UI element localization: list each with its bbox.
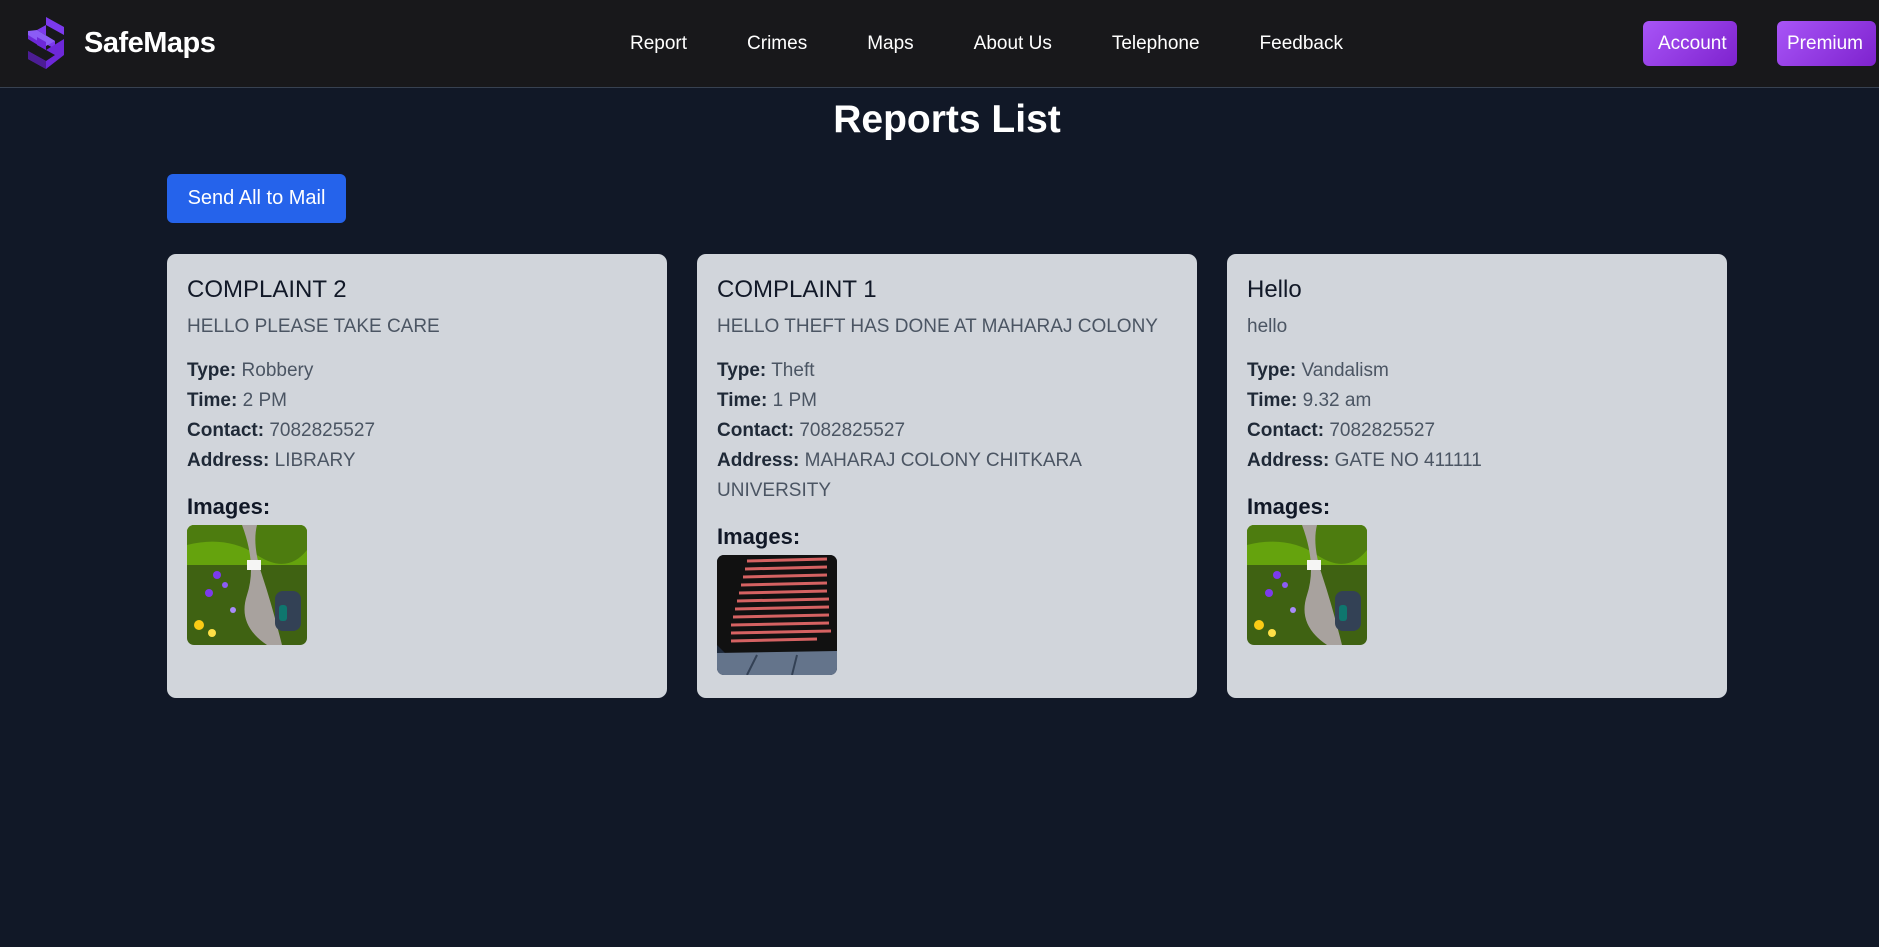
report-contact: Contact: 7082825527 — [187, 419, 376, 441]
nav-link-maps[interactable]: Maps — [867, 33, 913, 55]
safemaps-logo-icon — [28, 17, 64, 69]
images-label: Images: — [1247, 493, 1331, 519]
report-title: COMPLAINT 1 — [717, 276, 877, 303]
nav-link-about-us[interactable]: About Us — [974, 33, 1052, 55]
report-card: COMPLAINT 2 HELLO PLEASE TAKE CARE Type:… — [167, 254, 667, 698]
report-description: HELLO PLEASE TAKE CARE — [187, 316, 440, 337]
report-contact: Contact: 7082825527 — [717, 419, 906, 441]
report-type: Type: Robbery — [187, 359, 314, 381]
nav-link-telephone[interactable]: Telephone — [1112, 33, 1200, 55]
page-title: Reports List — [833, 98, 1061, 141]
report-address: Address: GATE NO 411111 — [1247, 449, 1482, 471]
report-card: Hello hello Type: Vandalism Time: 9.32 a… — [1227, 254, 1727, 698]
report-description: hello — [1247, 316, 1288, 337]
send-all-to-mail-button[interactable]: Send All to Mail — [167, 174, 346, 223]
brand-name: SafeMaps — [84, 26, 216, 59]
report-title: COMPLAINT 2 — [187, 276, 347, 303]
nav-link-crimes[interactable]: Crimes — [747, 33, 807, 55]
images-label: Images: — [187, 493, 271, 519]
report-contact: Contact: 7082825527 — [1247, 419, 1436, 441]
report-time: Time: 9.32 am — [1247, 389, 1372, 411]
brand[interactable]: SafeMaps — [28, 17, 216, 69]
report-card: COMPLAINT 1 HELLO THEFT HAS DONE AT MAHA… — [697, 254, 1197, 698]
report-address: Address: MAHARAJ COLONY CHITKARA UNIVERS… — [717, 449, 1081, 501]
report-title: Hello — [1247, 276, 1302, 303]
meadow-backpack-photo[interactable] — [1247, 524, 1367, 645]
account-button[interactable]: Account — [1643, 21, 1737, 66]
meadow-backpack-photo[interactable] — [187, 524, 307, 645]
departure-board-photo[interactable] — [717, 554, 837, 675]
main-nav: Report Crimes Maps About Us Telephone Fe… — [600, 0, 1373, 88]
nav-link-report[interactable]: Report — [630, 33, 687, 55]
report-time: Time: 2 PM — [187, 389, 287, 411]
top-navbar: SafeMaps Report Crimes Maps About Us Tel… — [0, 0, 1879, 88]
report-type: Type: Theft — [717, 359, 815, 381]
premium-button[interactable]: Premium — [1777, 21, 1876, 66]
nav-link-feedback[interactable]: Feedback — [1260, 33, 1343, 55]
reports-list: COMPLAINT 2 HELLO PLEASE TAKE CARE Type:… — [167, 254, 1727, 698]
images-label: Images: — [717, 523, 801, 549]
report-time: Time: 1 PM — [717, 389, 817, 411]
report-description: HELLO THEFT HAS DONE AT MAHARAJ COLONY — [717, 316, 1158, 337]
report-address: Address: LIBRARY — [187, 449, 356, 471]
report-type: Type: Vandalism — [1247, 359, 1389, 381]
